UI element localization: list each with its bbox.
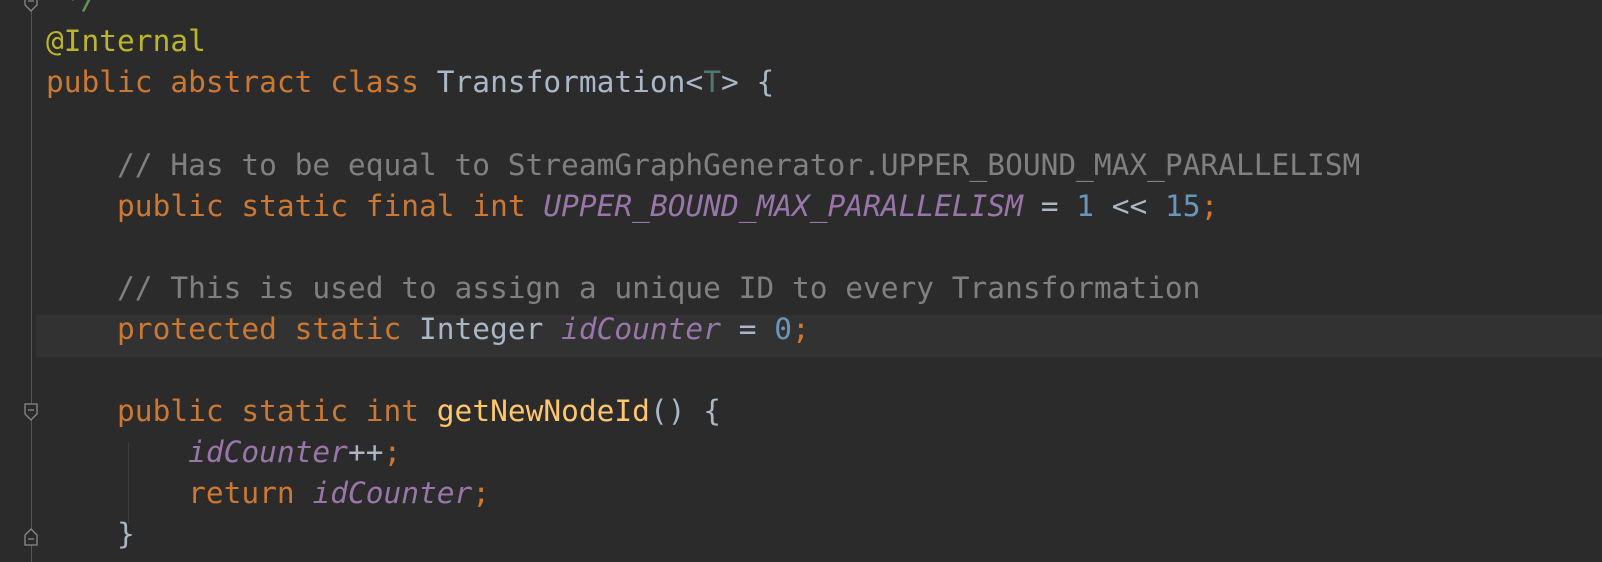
code-line: @Internal: [46, 20, 1602, 62]
keyword-token: static: [241, 394, 348, 428]
number-token: 0: [774, 312, 793, 346]
code-editor[interactable]: */ @Internal public abstract class Trans…: [0, 0, 1602, 562]
type-param-token: T: [703, 65, 721, 99]
code-line: return idCounter;: [46, 472, 1602, 514]
keyword-token: public: [117, 189, 224, 223]
brace-token: }: [117, 517, 135, 551]
operator-token: ++: [347, 435, 384, 469]
doc-comment-end: */: [46, 0, 100, 16]
editor-gutter: [0, 0, 38, 562]
gutter-separator: [31, 0, 32, 562]
comment-token: // This is used to assign a unique ID to…: [117, 271, 1201, 305]
type-token: Integer: [419, 312, 544, 346]
operator-token: <<: [1111, 189, 1148, 223]
field-token: idCounter: [561, 312, 721, 346]
code-line: public abstract class Transformation<T> …: [46, 61, 1602, 103]
code-line: idCounter++;: [46, 431, 1602, 473]
code-line: // This is used to assign a unique ID to…: [46, 267, 1602, 309]
keyword-token: return: [188, 476, 295, 510]
keyword-token: static: [241, 189, 348, 223]
comment-token: // Has to be equal to StreamGraphGenerat…: [117, 148, 1361, 182]
keyword-token: public: [117, 394, 224, 428]
keyword-token: static: [294, 312, 402, 346]
semicolon-token: ;: [383, 435, 402, 469]
code-line: public static final int UPPER_BOUND_MAX_…: [46, 185, 1602, 227]
code-line: public static int getNewNodeId() {: [46, 390, 1602, 432]
fold-end-icon[interactable]: [22, 528, 40, 546]
code-line: */: [46, 0, 1602, 20]
punct-token: > {: [720, 65, 775, 99]
field-token: UPPER_BOUND_MAX_PARALLELISM: [543, 189, 1023, 223]
code-line: }: [46, 513, 1602, 555]
code-line: // Has to be equal to StreamGraphGenerat…: [46, 144, 1602, 186]
keyword-token: public: [46, 65, 153, 99]
annotation-token: @Internal: [46, 24, 206, 58]
keyword-token: int: [365, 394, 420, 428]
field-token: idCounter: [312, 476, 473, 510]
semicolon-token: ;: [1200, 189, 1219, 223]
keyword-token: protected: [117, 312, 277, 346]
keyword-token: final: [365, 189, 455, 223]
fold-start-icon[interactable]: [22, 403, 40, 421]
fold-end-icon[interactable]: [22, 0, 40, 12]
number-token: 15: [1165, 189, 1201, 223]
class-name-token: Transformation: [436, 65, 686, 99]
code-line: protected static Integer idCounter = 0;: [46, 308, 1602, 350]
punct-token: <: [685, 65, 704, 99]
keyword-token: abstract: [170, 65, 313, 99]
operator-token: =: [1040, 189, 1059, 223]
semicolon-token: ;: [472, 476, 491, 510]
method-name-token: getNewNodeId: [436, 394, 650, 428]
field-token: idCounter: [188, 435, 348, 469]
keyword-token: int: [472, 189, 526, 223]
semicolon-token: ;: [792, 312, 810, 346]
punct-token: () {: [649, 394, 721, 428]
operator-token: =: [738, 312, 757, 346]
keyword-token: class: [330, 65, 420, 99]
number-token: 1: [1076, 189, 1094, 223]
